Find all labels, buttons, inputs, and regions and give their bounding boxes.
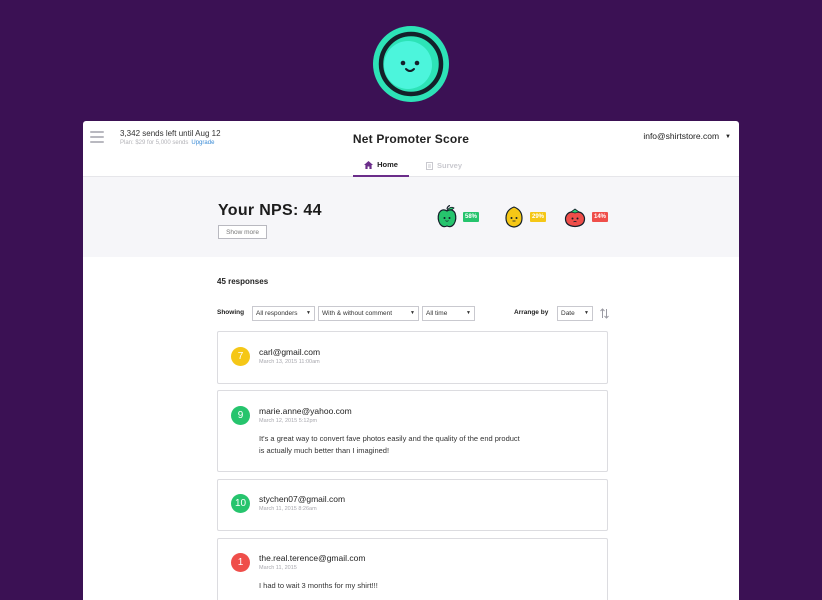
- response-card[interactable]: 1 the.real.terence@gmail.com March 11, 2…: [217, 538, 608, 600]
- page-title: Net Promoter Score: [352, 132, 470, 146]
- nps-summary: Your NPS: 44 Show more 58% 29% 14%: [83, 177, 739, 257]
- caret-down-icon: ▼: [725, 134, 731, 140]
- response-date: March 11, 2015: [259, 565, 297, 571]
- tab-survey-label: Survey: [436, 161, 463, 170]
- response-date: March 12, 2015 5:12pm: [259, 418, 318, 424]
- caret-down-icon: ▼: [306, 310, 311, 316]
- caret-down-icon: ▼: [466, 310, 471, 316]
- tomato-icon: [564, 208, 586, 228]
- account-menu[interactable]: info@shirtstore.com ▼: [643, 131, 731, 141]
- comment-line: It's a great way to convert fave photos …: [259, 434, 520, 443]
- arrange-select[interactable]: Date ▼: [557, 306, 593, 321]
- comment-filter-value: With & without comment: [322, 310, 393, 317]
- response-email: carl@gmail.com: [259, 347, 321, 357]
- response-date: March 11, 2015 8:26am: [259, 506, 317, 512]
- comment-line: I had to wait 3 months for my shirt!!!: [259, 581, 378, 590]
- score-badge: 7: [231, 347, 250, 366]
- detractors-badge: 14%: [592, 212, 609, 222]
- response-card[interactable]: 7 carl@gmail.com March 13, 2015 11:00am: [217, 331, 608, 384]
- show-more-button[interactable]: Show more: [218, 225, 267, 239]
- home-icon: [364, 160, 374, 169]
- caret-down-icon: ▼: [584, 310, 589, 316]
- document-icon: [425, 161, 433, 170]
- response-date: March 13, 2015 11:00am: [259, 359, 320, 365]
- arrange-select-value: Date: [561, 310, 575, 317]
- time-filter-value: All time: [426, 310, 448, 317]
- response-card[interactable]: 10 stychen07@gmail.com March 11, 2015 8:…: [217, 479, 608, 531]
- response-email: marie.anne@yahoo.com: [259, 406, 352, 416]
- comment-filter[interactable]: With & without comment ▼: [318, 306, 419, 321]
- tab-survey[interactable]: Survey: [417, 154, 471, 177]
- time-filter[interactable]: All time ▼: [422, 306, 475, 321]
- tab-home[interactable]: Home: [353, 154, 409, 177]
- promoters-badge: 58%: [463, 212, 480, 222]
- showing-label: Showing: [217, 309, 245, 316]
- arrange-label: Arrange by: [514, 309, 549, 316]
- response-email: the.real.terence@gmail.com: [259, 553, 366, 563]
- response-comment: It's a great way to convert fave photos …: [259, 433, 579, 457]
- tab-bar: Home Survey: [353, 154, 471, 177]
- top-bar: 3,342 sends left until Aug 12 Plan: $29 …: [83, 121, 739, 177]
- response-email: stychen07@gmail.com: [259, 494, 346, 504]
- response-comment: I had to wait 3 months for my shirt!!!: [259, 580, 579, 592]
- responders-filter-value: All responders: [256, 310, 298, 317]
- passives-badge: 29%: [530, 212, 547, 222]
- score-badge: 9: [231, 406, 250, 425]
- filter-bar: Showing All responders ▼ With & without c…: [217, 306, 609, 322]
- response-card[interactable]: 9 marie.anne@yahoo.com March 12, 2015 5:…: [217, 390, 608, 472]
- detractors-stat: 14%: [563, 205, 609, 229]
- caret-down-icon: ▼: [410, 310, 415, 316]
- apple-icon: [437, 205, 457, 228]
- sort-order-icon[interactable]: [600, 308, 609, 319]
- responses-count: 45 responses: [217, 277, 269, 286]
- nps-score: Your NPS: 44: [218, 202, 322, 219]
- app-window: 3,342 sends left until Aug 12 Plan: $29 …: [83, 121, 739, 600]
- passives-stat: 29%: [503, 205, 547, 229]
- tab-home-label: Home: [377, 160, 398, 169]
- account-email: info@shirtstore.com: [643, 131, 720, 141]
- comment-line: is actually much better than I imagined!: [259, 446, 390, 455]
- lemon-icon: [505, 206, 523, 228]
- app-logo-icon: [373, 26, 449, 102]
- promoters-stat: 58%: [436, 205, 480, 229]
- score-badge: 10: [231, 494, 250, 513]
- responders-filter[interactable]: All responders ▼: [252, 306, 315, 321]
- score-badge: 1: [231, 553, 250, 572]
